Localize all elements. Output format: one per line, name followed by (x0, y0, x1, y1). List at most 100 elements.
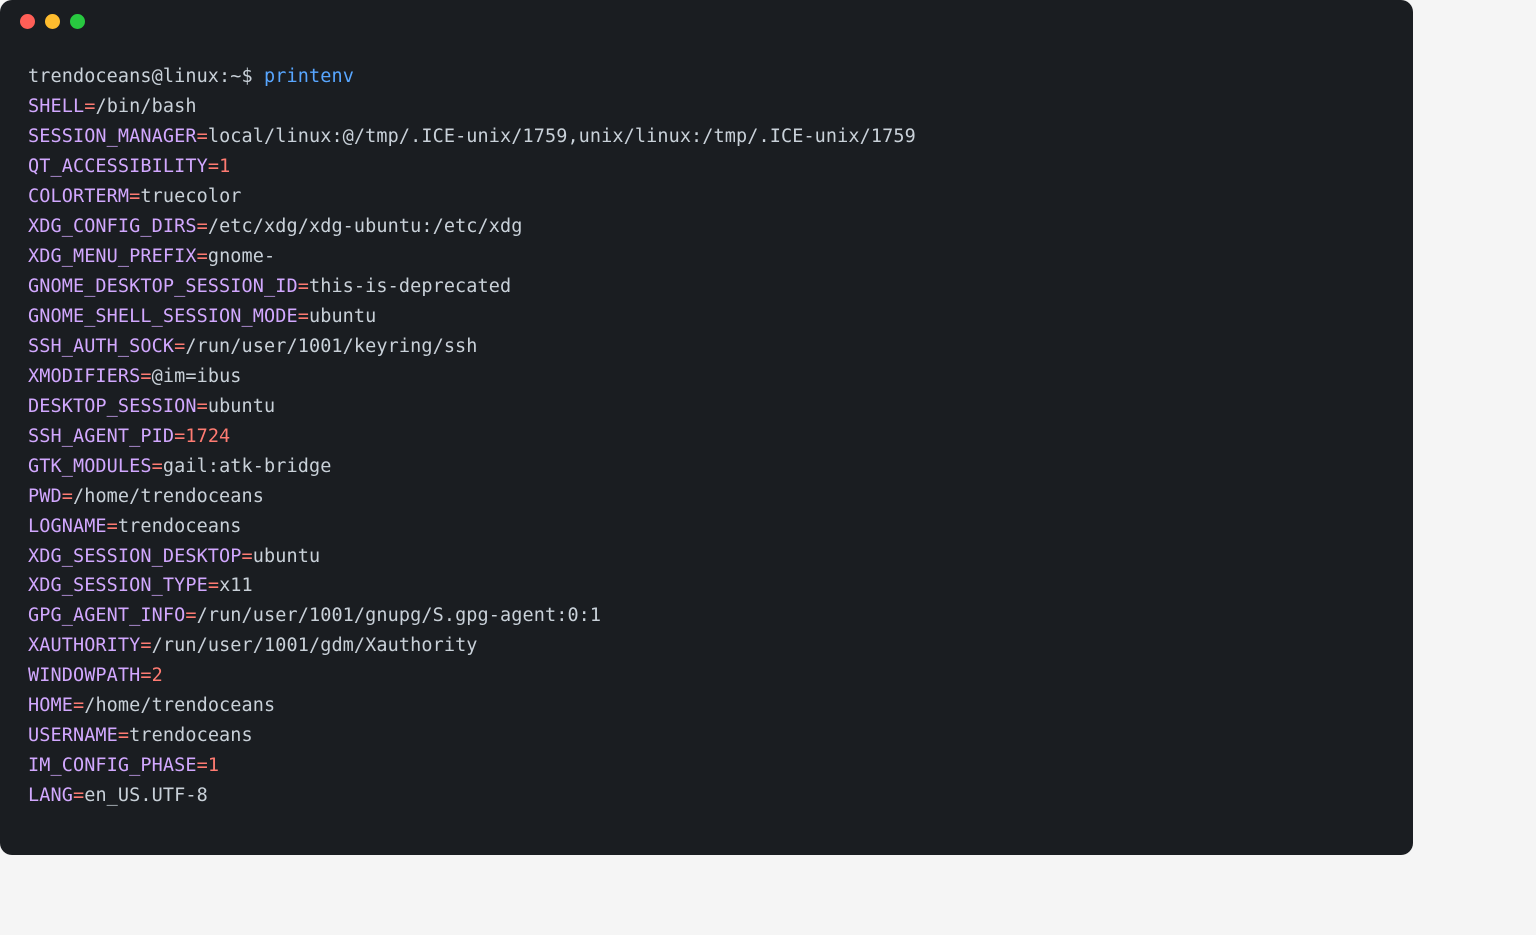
minimize-icon[interactable] (45, 14, 60, 29)
env-line: XDG_SESSION_TYPE=x11 (28, 571, 1385, 601)
env-line: GTK_MODULES=gail:atk-bridge (28, 452, 1385, 482)
env-line: SHELL=/bin/bash (28, 92, 1385, 122)
terminal-window: trendoceans@linux:~$ printenv SHELL=/bin… (0, 0, 1413, 855)
env-key: GPG_AGENT_INFO (28, 605, 185, 626)
env-line: XMODIFIERS=@im=ibus (28, 362, 1385, 392)
env-value: /home/trendoceans (84, 695, 275, 716)
env-value: truecolor (140, 186, 241, 207)
env-key: WINDOWPATH (28, 665, 140, 686)
prompt-dollar: $ (242, 66, 253, 87)
env-value: trendoceans (118, 516, 242, 537)
env-value: this-is-deprecated (309, 276, 511, 297)
env-line: WINDOWPATH=2 (28, 661, 1385, 691)
equals-sign: = (140, 635, 151, 656)
equals-sign: = (152, 456, 163, 477)
env-key: USERNAME (28, 725, 118, 746)
equals-sign: = (174, 426, 185, 447)
env-key: PWD (28, 486, 62, 507)
command-text: printenv (264, 66, 354, 87)
equals-sign: = (140, 665, 151, 686)
env-value: local/linux:@/tmp/.ICE-unix/1759,unix/li… (208, 126, 916, 147)
env-value: ubuntu (253, 546, 320, 567)
env-line: XDG_CONFIG_DIRS=/etc/xdg/xdg-ubuntu:/etc… (28, 212, 1385, 242)
env-key: HOME (28, 695, 73, 716)
env-value: /run/user/1001/keyring/ssh (185, 336, 477, 357)
env-key: XDG_SESSION_DESKTOP (28, 546, 242, 567)
equals-sign: = (197, 216, 208, 237)
env-key: SESSION_MANAGER (28, 126, 197, 147)
env-value: @im=ibus (152, 366, 242, 387)
prompt-user-host: trendoceans@linux:~ (28, 66, 242, 87)
env-key: SSH_AGENT_PID (28, 426, 174, 447)
env-line: XAUTHORITY=/run/user/1001/gdm/Xauthority (28, 631, 1385, 661)
env-key: LANG (28, 785, 73, 806)
close-icon[interactable] (20, 14, 35, 29)
env-key: SSH_AUTH_SOCK (28, 336, 174, 357)
env-value: trendoceans (129, 725, 253, 746)
equals-sign: = (118, 725, 129, 746)
env-output: SHELL=/bin/bashSESSION_MANAGER=local/lin… (28, 92, 1385, 811)
equals-sign: = (197, 126, 208, 147)
env-line: DESKTOP_SESSION=ubuntu (28, 392, 1385, 422)
env-line: GNOME_DESKTOP_SESSION_ID=this-is-depreca… (28, 272, 1385, 302)
env-line: SSH_AUTH_SOCK=/run/user/1001/keyring/ssh (28, 332, 1385, 362)
equals-sign: = (298, 306, 309, 327)
env-value: /run/user/1001/gdm/Xauthority (152, 635, 478, 656)
env-line: PWD=/home/trendoceans (28, 482, 1385, 512)
env-value: 1724 (185, 426, 230, 447)
env-line: COLORTERM=truecolor (28, 182, 1385, 212)
env-key: XDG_CONFIG_DIRS (28, 216, 197, 237)
env-key: LOGNAME (28, 516, 107, 537)
equals-sign: = (197, 755, 208, 776)
env-value: /home/trendoceans (73, 486, 264, 507)
env-key: XDG_MENU_PREFIX (28, 246, 197, 267)
env-line: QT_ACCESSIBILITY=1 (28, 152, 1385, 182)
env-key: COLORTERM (28, 186, 129, 207)
env-value: /run/user/1001/gnupg/S.gpg-agent:0:1 (197, 605, 602, 626)
env-line: LOGNAME=trendoceans (28, 512, 1385, 542)
window-titlebar (0, 0, 1413, 42)
env-value: 1 (208, 755, 219, 776)
equals-sign: = (197, 396, 208, 417)
env-key: QT_ACCESSIBILITY (28, 156, 208, 177)
env-value: 2 (152, 665, 163, 686)
env-line: SESSION_MANAGER=local/linux:@/tmp/.ICE-u… (28, 122, 1385, 152)
env-line: LANG=en_US.UTF-8 (28, 781, 1385, 811)
equals-sign: = (298, 276, 309, 297)
env-key: GTK_MODULES (28, 456, 152, 477)
env-value: ubuntu (309, 306, 376, 327)
equals-sign: = (208, 575, 219, 596)
env-line: XDG_SESSION_DESKTOP=ubuntu (28, 542, 1385, 572)
env-line: USERNAME=trendoceans (28, 721, 1385, 751)
equals-sign: = (73, 785, 84, 806)
prompt-line: trendoceans@linux:~$ printenv (28, 62, 1385, 92)
terminal-body[interactable]: trendoceans@linux:~$ printenv SHELL=/bin… (0, 42, 1413, 831)
env-key: SHELL (28, 96, 84, 117)
equals-sign: = (140, 366, 151, 387)
equals-sign: = (174, 336, 185, 357)
env-value: 1 (219, 156, 230, 177)
equals-sign: = (208, 156, 219, 177)
env-line: XDG_MENU_PREFIX=gnome- (28, 242, 1385, 272)
env-value: gail:atk-bridge (163, 456, 332, 477)
env-line: IM_CONFIG_PHASE=1 (28, 751, 1385, 781)
env-line: HOME=/home/trendoceans (28, 691, 1385, 721)
env-line: SSH_AGENT_PID=1724 (28, 422, 1385, 452)
equals-sign: = (62, 486, 73, 507)
env-key: XDG_SESSION_TYPE (28, 575, 208, 596)
equals-sign: = (129, 186, 140, 207)
env-key: DESKTOP_SESSION (28, 396, 197, 417)
equals-sign: = (73, 695, 84, 716)
env-line: GPG_AGENT_INFO=/run/user/1001/gnupg/S.gp… (28, 601, 1385, 631)
env-key: XMODIFIERS (28, 366, 140, 387)
env-value: gnome- (208, 246, 275, 267)
env-line: GNOME_SHELL_SESSION_MODE=ubuntu (28, 302, 1385, 332)
env-key: GNOME_DESKTOP_SESSION_ID (28, 276, 298, 297)
env-value: en_US.UTF-8 (84, 785, 208, 806)
equals-sign: = (185, 605, 196, 626)
maximize-icon[interactable] (70, 14, 85, 29)
env-value: /etc/xdg/xdg-ubuntu:/etc/xdg (208, 216, 523, 237)
equals-sign: = (107, 516, 118, 537)
equals-sign: = (84, 96, 95, 117)
env-key: XAUTHORITY (28, 635, 140, 656)
